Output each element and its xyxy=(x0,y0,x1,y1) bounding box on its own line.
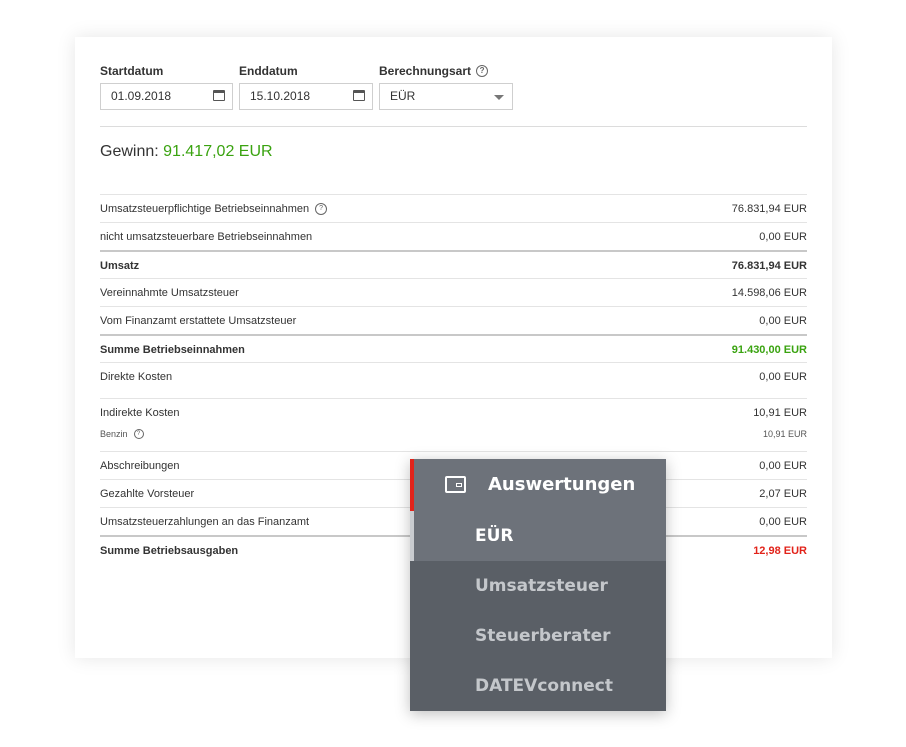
table-row: nicht umsatzsteuerbare Betriebseinnahmen… xyxy=(100,222,807,250)
row-label: Summe Betriebsausgaben xyxy=(100,545,239,557)
menu-item-umsatzsteuer[interactable]: Umsatzsteuer xyxy=(410,561,666,611)
method-label: Berechnungsart xyxy=(379,64,472,78)
table-row: Direkte Kosten 0,00 EUR xyxy=(100,362,807,398)
divider xyxy=(100,126,807,127)
row-label: Umsatzsteuerzahlungen an das Finanzamt xyxy=(100,516,310,528)
filter-bar: Startdatum 01.09.2018 Enddatum 15.10.201… xyxy=(100,63,807,111)
menu-title: Auswertungen xyxy=(488,474,636,495)
row-amount: 0,00 EUR xyxy=(759,460,807,472)
row-sub-label: Benzin xyxy=(100,429,128,439)
help-icon[interactable]: ? xyxy=(133,429,144,439)
profit-summary: Gewinn: 91.417,02 EUR xyxy=(100,143,273,161)
navigation-menu: Auswertungen EÜR Umsatzsteuer Steuerbera… xyxy=(410,459,666,711)
row-label: nicht umsatzsteuerbare Betriebseinnahmen xyxy=(100,231,313,243)
menu-header[interactable]: Auswertungen xyxy=(410,459,666,511)
row-amount: 2,07 EUR xyxy=(759,488,807,500)
table-row: Indirekte Kosten 10,91 EUR Benzin? 10,91… xyxy=(100,398,807,451)
profit-label: Gewinn: xyxy=(100,143,159,160)
row-amount: 0,00 EUR xyxy=(759,231,807,243)
row-label: Direkte Kosten xyxy=(100,371,173,383)
row-label: Abschreibungen xyxy=(100,460,180,472)
row-amount: 76.831,94 EUR xyxy=(731,260,807,272)
menu-item-steuerberater[interactable]: Steuerberater xyxy=(410,611,666,661)
chevron-down-icon xyxy=(494,95,504,100)
row-amount: 10,91 EUR xyxy=(753,407,807,419)
row-label: Umsatz xyxy=(100,260,140,272)
end-date-label: Enddatum xyxy=(239,64,298,78)
table-row: Umsatzsteuerpflichtige Betriebseinnahmen… xyxy=(100,194,807,222)
start-date-value: 01.09.2018 xyxy=(111,89,172,103)
table-row-total: Umsatz 76.831,94 EUR xyxy=(100,250,807,278)
calendar-icon[interactable] xyxy=(353,90,365,101)
row-label: Vom Finanzamt erstattete Umsatzsteuer xyxy=(100,315,297,327)
row-label: Indirekte Kosten xyxy=(100,407,180,419)
row-amount: 91.430,00 EUR xyxy=(731,344,807,356)
row-amount: 0,00 EUR xyxy=(759,516,807,528)
end-date-field: Enddatum 15.10.2018 xyxy=(239,63,373,110)
method-field: Berechnungsart ? EÜR xyxy=(379,63,513,110)
method-value: EÜR xyxy=(390,89,416,103)
row-amount: 0,00 EUR xyxy=(759,371,807,383)
row-sub-amount: 10,91 EUR xyxy=(762,429,807,439)
wallet-icon xyxy=(445,476,466,493)
start-date-field: Startdatum 01.09.2018 xyxy=(100,63,233,110)
row-amount: 0,00 EUR xyxy=(759,315,807,327)
start-date-input[interactable]: 01.09.2018 xyxy=(100,83,233,110)
profit-value: 91.417,02 EUR xyxy=(163,143,273,160)
row-label: Umsatzsteuerpflichtige Betriebseinnahmen xyxy=(100,203,310,215)
table-row-total: Summe Betriebseinnahmen 91.430,00 EUR xyxy=(100,334,807,362)
row-label: Vereinnahmte Umsatzsteuer xyxy=(100,287,239,299)
menu-item-datevconnect[interactable]: DATEVconnect xyxy=(410,661,666,711)
start-date-label: Startdatum xyxy=(100,64,164,78)
row-label: Summe Betriebseinnahmen xyxy=(100,344,245,356)
row-amount: 14.598,06 EUR xyxy=(731,287,807,299)
end-date-value: 15.10.2018 xyxy=(250,89,311,103)
help-icon[interactable]: ? xyxy=(315,203,328,215)
end-date-input[interactable]: 15.10.2018 xyxy=(239,83,373,110)
row-amount: 12,98 EUR xyxy=(753,545,807,557)
method-select[interactable]: EÜR xyxy=(379,83,513,110)
help-icon[interactable]: ? xyxy=(476,65,489,77)
table-row: Vom Finanzamt erstattete Umsatzsteuer 0,… xyxy=(100,306,807,334)
row-label: Gezahlte Vorsteuer xyxy=(100,488,195,500)
row-amount: 76.831,94 EUR xyxy=(731,203,807,215)
calendar-icon[interactable] xyxy=(213,90,225,101)
menu-item-eur[interactable]: EÜR xyxy=(410,511,666,561)
table-row: Vereinnahmte Umsatzsteuer 14.598,06 EUR xyxy=(100,278,807,306)
